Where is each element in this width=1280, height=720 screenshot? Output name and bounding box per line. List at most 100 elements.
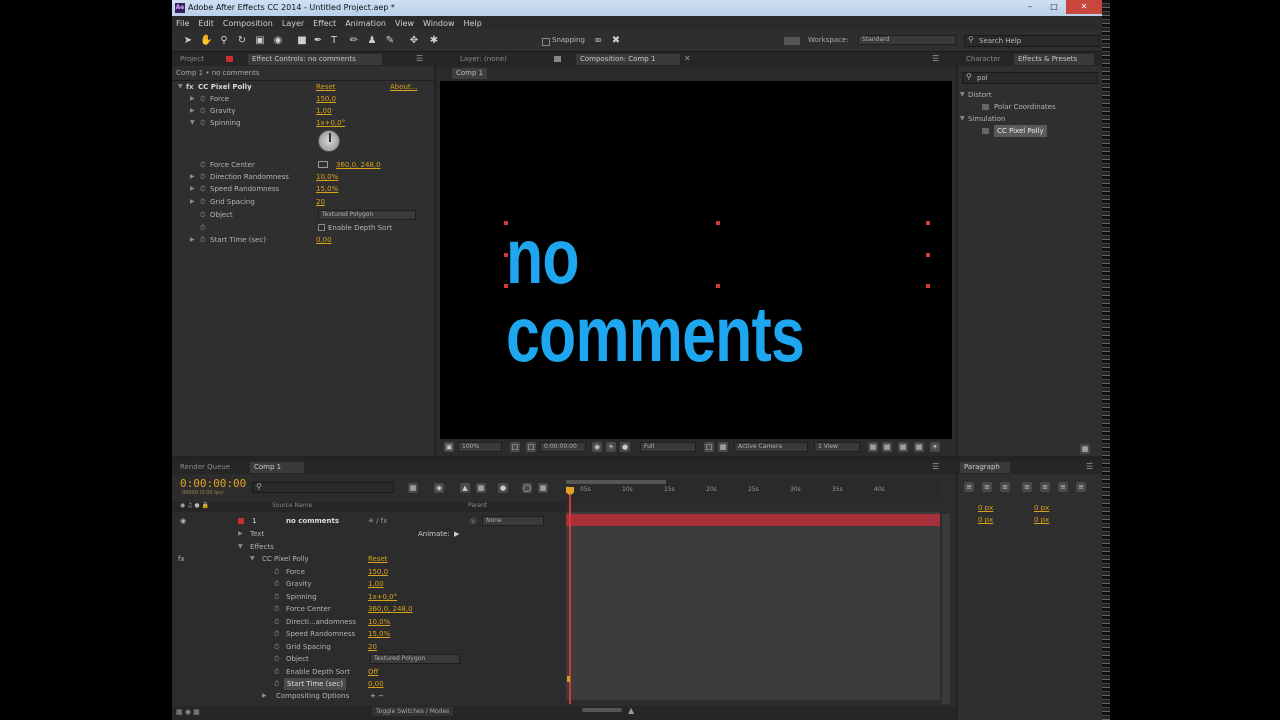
stopwatch-icon[interactable]: ⏱ (200, 209, 205, 221)
resolution-select[interactable]: Full (640, 442, 696, 452)
comp-text-layer[interactable]: no comments (506, 217, 854, 373)
lock-icon[interactable] (226, 56, 233, 62)
force-value[interactable]: 150,0 (316, 93, 336, 105)
snapshot-icon[interactable]: ◉ (592, 442, 602, 452)
bounding-handle[interactable] (926, 221, 930, 225)
timeline-scrollbar[interactable] (942, 514, 950, 704)
title-safe-icon[interactable]: □ (510, 442, 520, 452)
bounding-handle[interactable] (504, 284, 508, 288)
animate-menu[interactable]: Animate: (418, 528, 450, 540)
tree-item-polar-coordinates[interactable]: Polar Coordinates (994, 101, 1056, 113)
composition-viewer[interactable]: no comments (440, 81, 952, 439)
toggle-pixel-icon[interactable]: ▦ (868, 442, 878, 452)
expand-compositing-icon[interactable]: ▶ (262, 690, 267, 702)
zoom-mountain-icon[interactable]: ▲ (628, 706, 634, 715)
stopwatch-icon[interactable]: ⏱ (274, 678, 279, 690)
comp-subtab[interactable]: Comp 1 (452, 68, 488, 79)
fast-preview-icon[interactable]: ▦ (882, 442, 892, 452)
maximize-icon[interactable]: □ (1042, 0, 1066, 14)
shy-icon[interactable]: ▲ (460, 483, 470, 493)
layer-switches-icon[interactable]: ✳ / fx (368, 515, 387, 527)
tab-effect-controls[interactable]: Effect Controls: no comments (248, 54, 382, 65)
indent-first-field[interactable]: 0 px (978, 514, 993, 526)
tree-folder-distort[interactable]: Distort (968, 89, 992, 101)
bounding-handle[interactable] (926, 284, 930, 288)
panel-menu-icon[interactable]: ☰ (416, 54, 423, 63)
timeline-search-input[interactable] (252, 482, 394, 493)
pen-tool-icon[interactable]: ✒ (312, 35, 324, 47)
tab-composition[interactable]: Composition: Comp 1 (576, 54, 680, 65)
justify-right-icon[interactable]: ≡ (1058, 482, 1068, 492)
collapse-effect-icon[interactable]: ▼ (250, 553, 255, 565)
layer-duration-bar[interactable] (566, 514, 940, 526)
prop-value[interactable]: 20 (368, 641, 377, 653)
bounding-handle[interactable] (716, 221, 720, 225)
fx-icon[interactable]: fx (186, 81, 194, 93)
stopwatch-icon[interactable]: ⏱ (274, 666, 279, 678)
prop-value[interactable]: 150,0 (368, 566, 388, 578)
current-time-indicator[interactable] (569, 494, 571, 704)
region-icon[interactable]: □ (704, 442, 714, 452)
angle-dial[interactable] (318, 130, 340, 152)
panel-menu-icon[interactable]: ☰ (1086, 462, 1093, 471)
zoom-tool-icon[interactable]: ⚲ (218, 35, 230, 47)
delete-icon[interactable]: ▦ (1080, 444, 1090, 454)
stopwatch-icon[interactable]: ⏱ (274, 641, 279, 653)
pick-whip-icon[interactable]: ◎ (470, 515, 476, 527)
tab-effects-presets[interactable]: Effects & Presets (1014, 54, 1094, 65)
toggle-switches-modes[interactable]: Toggle Switches / Modes (372, 707, 454, 716)
effects-search-input[interactable]: pol (962, 72, 1098, 84)
stopwatch-icon[interactable]: ⏱ (200, 234, 205, 246)
expand-icon[interactable]: ▶ (190, 196, 195, 208)
current-timecode[interactable]: 0:00:00:00 (180, 477, 246, 490)
expand-icon[interactable]: ▶ (190, 183, 195, 195)
align-center-icon[interactable]: ≡ (982, 482, 992, 492)
stopwatch-icon[interactable]: ⏱ (274, 566, 279, 578)
add-remove-mask-buttons[interactable]: + − (370, 690, 384, 702)
time-ruler[interactable]: 05s 10s 15s 20s 25s 30s 35s 40s 0s (566, 476, 940, 502)
prop-value[interactable]: 360,0, 248,0 (368, 603, 413, 615)
crosshair-icon[interactable] (318, 161, 328, 168)
tree-folder-simulation[interactable]: Simulation (968, 113, 1005, 125)
mask-visibility-icon[interactable]: □ (526, 442, 536, 452)
force-center-value[interactable]: 360,0, 248,0 (336, 159, 381, 171)
expand-simulation-icon[interactable]: ▼ (960, 113, 965, 125)
lock-icon[interactable] (554, 56, 561, 62)
layer-name[interactable]: no comments (286, 515, 339, 527)
start-time-value[interactable]: 0,00 (316, 234, 332, 246)
exposure-icon[interactable]: ☀ (930, 442, 940, 452)
bounding-handle[interactable] (504, 221, 508, 225)
indent-left-field[interactable]: 0 px (978, 502, 993, 514)
close-tab-icon[interactable]: ✕ (684, 54, 691, 63)
expand-distort-icon[interactable]: ▼ (960, 89, 965, 101)
work-area-bar[interactable] (566, 480, 666, 484)
mask-tool-icon[interactable]: ■ (296, 35, 308, 47)
parent-select[interactable]: None (482, 516, 544, 526)
tab-layer[interactable]: Layer: (none) (456, 54, 511, 65)
rotate-tool-icon[interactable]: ↻ (236, 35, 248, 47)
stopwatch-icon[interactable]: ⏱ (200, 196, 205, 208)
stopwatch-icon[interactable]: ⏱ (200, 105, 205, 117)
zoom-slider[interactable] (582, 708, 622, 712)
switches-toggle-icons[interactable]: ▦ ◉ ▦ (176, 708, 200, 716)
collapse-effects-icon[interactable]: ▼ (238, 541, 243, 553)
puppet-tool-icon[interactable]: ✱ (428, 35, 440, 47)
pan-behind-tool-icon[interactable]: ◉ (272, 35, 284, 47)
panel-menu-icon[interactable]: ☰ (932, 54, 939, 63)
menu-help[interactable]: Help (464, 19, 482, 28)
stopwatch-icon[interactable]: ⏱ (274, 628, 279, 640)
expand-icon[interactable]: ▶ (190, 234, 195, 246)
expand-icon[interactable]: ▶ (190, 93, 195, 105)
stopwatch-icon[interactable]: ⏱ (200, 183, 205, 195)
menu-animation[interactable]: Animation (345, 19, 386, 28)
selection-tool-icon[interactable]: ➤ (182, 35, 194, 47)
prop-value[interactable]: 0,00 (368, 678, 384, 690)
menu-composition[interactable]: Composition (223, 19, 273, 28)
color-icon[interactable]: ● (620, 442, 630, 452)
snapping-checkbox[interactable] (542, 38, 550, 46)
collapse-icon[interactable]: ▼ (190, 117, 195, 129)
object-select[interactable]: Textured Polygon (318, 210, 416, 220)
stopwatch-icon[interactable]: ⏱ (200, 159, 205, 171)
bounding-handle[interactable] (716, 284, 720, 288)
expand-icon[interactable]: ▶ (190, 171, 195, 183)
